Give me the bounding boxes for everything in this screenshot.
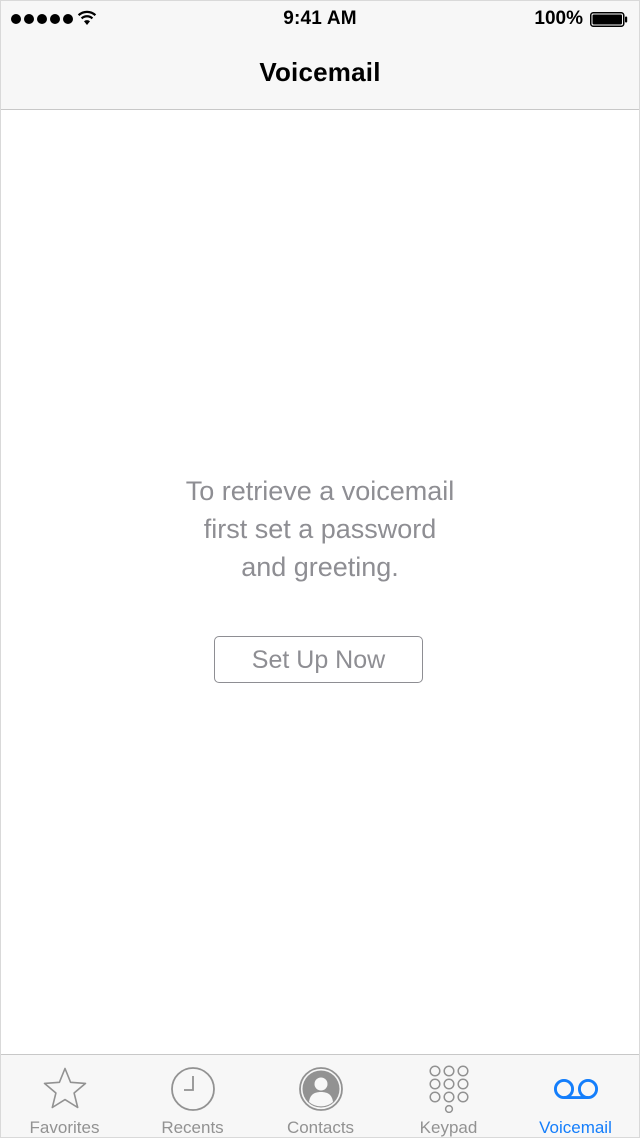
tab-voicemail[interactable]: Voicemail: [512, 1055, 639, 1137]
page-title: Voicemail: [259, 57, 381, 87]
keypad-icon: [428, 1065, 469, 1113]
setup-message-line: and greeting.: [241, 552, 399, 582]
setup-message: To retrieve a voicemail first set a pass…: [120, 472, 520, 586]
setup-message-line: To retrieve a voicemail: [185, 476, 455, 506]
tab-recents[interactable]: Recents: [129, 1055, 256, 1137]
voicemail-empty-state: To retrieve a voicemail first set a pass…: [1, 110, 639, 1054]
clock-icon: [170, 1067, 215, 1111]
tab-label: Favorites: [29, 1118, 100, 1137]
setup-message-line: first set a password: [203, 514, 437, 544]
status-bar: 9:41 AM 100%: [1, 1, 639, 37]
tab-label: Voicemail: [539, 1118, 612, 1137]
voicemail-icon: [553, 1078, 598, 1100]
tab-label: Contacts: [286, 1118, 355, 1137]
tab-label: Keypad: [419, 1118, 478, 1137]
tab-contacts[interactable]: Contacts: [257, 1055, 384, 1137]
phone-screen: 9:41 AM 100% Voicemail To retrieve a voi…: [0, 0, 640, 1138]
tab-keypad[interactable]: Keypad: [385, 1055, 512, 1137]
contact-icon: [298, 1067, 343, 1111]
navigation-bar: Voicemail: [1, 37, 639, 110]
battery-percent: 100%: [534, 8, 583, 29]
battery-full-icon: [590, 12, 628, 27]
tab-label: Recents: [161, 1118, 224, 1137]
tab-favorites[interactable]: Favorites: [1, 1055, 128, 1137]
tab-bar: Favorites Recents Contacts Keypad Voicem…: [1, 1054, 639, 1137]
star-icon: [43, 1067, 86, 1109]
set-up-now-button[interactable]: Set Up Now: [214, 636, 423, 683]
